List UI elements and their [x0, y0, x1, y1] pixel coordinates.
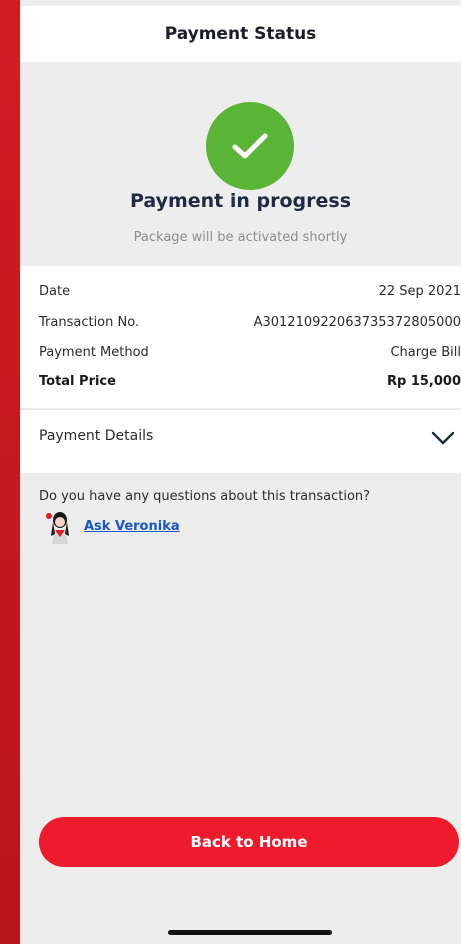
date-label: Date [39, 283, 71, 299]
background-edge [0, 0, 20, 944]
status-title: Payment in progress [129, 190, 352, 212]
chevron-down-icon[interactable] [430, 428, 456, 448]
total-price-value: Rp 15,000 [386, 373, 461, 389]
total-price-label: Total Price [39, 373, 116, 389]
date-row: Date 22 Sep 2021 [39, 280, 461, 302]
transaction-details: Date 22 Sep 2021 Transaction No. A301210… [20, 266, 461, 408]
transaction-no-row: Transaction No. A30121092206373537280500… [39, 311, 461, 333]
home-indicator [168, 930, 332, 935]
back-to-home-button[interactable]: Back to Home [39, 817, 459, 867]
help-question: Do you have any questions about this tra… [39, 489, 371, 504]
payment-status-screen: Payment Status Payment in progress Packa… [20, 0, 461, 944]
status-section: Payment in progress Package will be acti… [20, 62, 461, 266]
date-value: 22 Sep 2021 [378, 283, 461, 299]
payment-method-row: Payment Method Charge Bill [39, 341, 461, 363]
status-subtitle: Package will be activated shortly [133, 230, 348, 245]
transaction-no-label: Transaction No. [39, 314, 140, 330]
total-price-row: Total Price Rp 15,000 [39, 370, 461, 392]
check-icon [206, 102, 294, 190]
payment-details-toggle[interactable]: Payment Details [20, 409, 461, 473]
ask-veronika-link[interactable]: Ask Veronika [84, 519, 180, 534]
header-bar: Payment Status [20, 6, 461, 62]
payment-method-value: Charge Bill [390, 344, 461, 360]
veronika-avatar [46, 512, 69, 544]
payment-details-label: Payment Details [39, 428, 154, 444]
payment-method-label: Payment Method [39, 344, 149, 360]
page-title: Payment Status [164, 24, 317, 44]
transaction-no-value: A301210922063735372805000 [253, 314, 461, 330]
